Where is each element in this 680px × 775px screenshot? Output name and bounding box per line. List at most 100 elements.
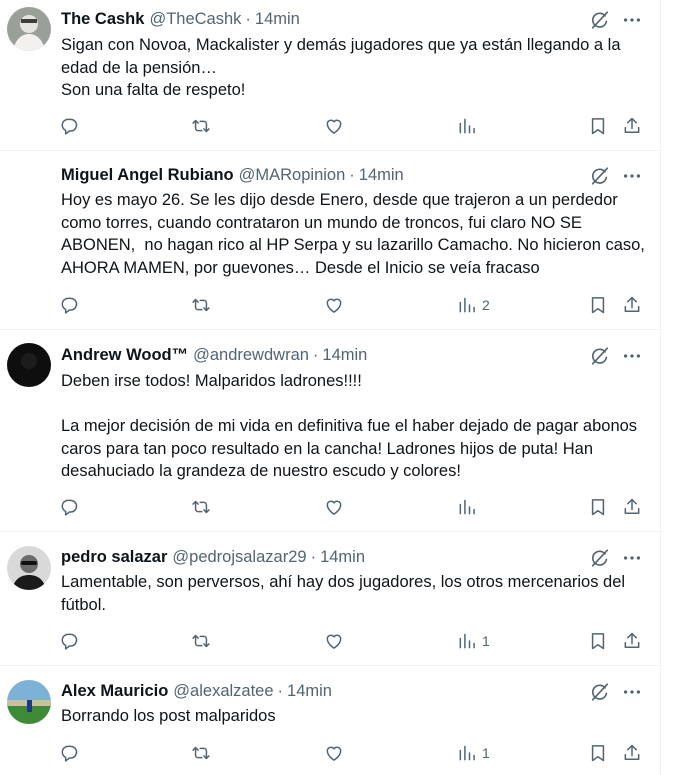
author-name[interactable]: pedro salazar — [61, 548, 167, 567]
share-icon — [622, 497, 642, 517]
timestamp[interactable]: 14min — [359, 166, 404, 185]
share-icon — [622, 631, 642, 651]
reply-button[interactable] — [59, 741, 79, 765]
avatar[interactable] — [7, 546, 51, 590]
author-handle[interactable]: @alexalzatee — [173, 682, 273, 701]
author-handle[interactable]: @TheCashk — [149, 10, 241, 29]
timestamp[interactable]: 14min — [255, 10, 300, 29]
avatar[interactable] — [7, 343, 51, 387]
bookmark-button[interactable] — [588, 114, 608, 138]
retweet-icon — [191, 295, 211, 315]
retweet-icon — [191, 743, 211, 763]
more-icon[interactable] — [621, 345, 643, 367]
share-button[interactable] — [622, 495, 642, 519]
grok-icon[interactable] — [589, 9, 611, 31]
separator: · — [310, 547, 317, 566]
more-icon[interactable] — [621, 165, 643, 187]
more-icon[interactable] — [621, 681, 643, 703]
tweet[interactable]: The Cashk @TheCashk · 14min Sigan con No… — [0, 0, 661, 151]
views-button[interactable] — [457, 495, 482, 519]
views-icon — [457, 116, 477, 136]
reply-button[interactable] — [59, 114, 79, 138]
retweet-button[interactable] — [191, 629, 211, 653]
retweet-button[interactable] — [191, 495, 211, 519]
reply-icon — [59, 743, 79, 763]
reply-icon — [59, 295, 79, 315]
share-icon — [622, 743, 642, 763]
reply-button[interactable] — [59, 495, 79, 519]
retweet-button[interactable] — [191, 114, 211, 138]
timestamp[interactable]: 14min — [322, 346, 367, 365]
tweet[interactable]: Miguel Angel Rubiano @MARopinion · 14min… — [0, 151, 661, 330]
timestamp[interactable]: 14min — [320, 548, 365, 567]
tweet-header: pedro salazar @pedrojsalazar29 · 14min — [61, 546, 365, 568]
grok-icon[interactable] — [589, 165, 611, 187]
retweet-icon — [191, 116, 211, 136]
tweet-text-line: Sigan con Novoa, Mackalister y demás jug… — [61, 36, 626, 77]
author-name[interactable]: The Cashk — [61, 10, 144, 29]
views-icon — [457, 631, 477, 651]
like-button[interactable] — [324, 114, 344, 138]
bookmark-button[interactable] — [588, 741, 608, 765]
author-name[interactable]: Andrew Wood™ — [61, 346, 188, 365]
like-button[interactable] — [324, 741, 344, 765]
views-button[interactable]: 1 — [457, 741, 490, 765]
share-icon — [622, 116, 642, 136]
reply-button[interactable] — [59, 293, 79, 317]
reply-icon — [59, 116, 79, 136]
retweet-button[interactable] — [191, 293, 211, 317]
action-bar: 1 — [58, 741, 648, 765]
retweet-icon — [191, 631, 211, 651]
tweet-text: Lamentable, son perversos, ahí hay dos j… — [61, 571, 651, 616]
bookmark-button[interactable] — [588, 629, 608, 653]
tweet-text-line: Borrando los post malparidos — [61, 707, 276, 725]
tweet-text-line: La mejor decisión de mi vida en definiti… — [61, 417, 642, 480]
views-button[interactable] — [457, 114, 482, 138]
bookmark-icon — [588, 497, 608, 517]
author-name[interactable]: Miguel Angel Rubiano — [61, 166, 234, 185]
more-icon[interactable] — [621, 9, 643, 31]
views-count: 1 — [482, 745, 490, 761]
grok-icon[interactable] — [589, 681, 611, 703]
bookmark-button[interactable] — [588, 293, 608, 317]
views-icon — [457, 743, 477, 763]
tweet-header: Andrew Wood™ @andrewdwran · 14min — [61, 344, 367, 366]
tweet[interactable]: pedro salazar @pedrojsalazar29 · 14min L… — [0, 532, 661, 666]
like-button[interactable] — [324, 629, 344, 653]
author-handle[interactable]: @MARopinion — [239, 166, 346, 185]
more-icon[interactable] — [621, 547, 643, 569]
avatar[interactable] — [7, 680, 51, 724]
reply-button[interactable] — [59, 629, 79, 653]
share-button[interactable] — [622, 629, 642, 653]
bookmark-button[interactable] — [588, 495, 608, 519]
separator: · — [277, 681, 284, 700]
action-bar: 2 — [58, 293, 648, 317]
retweet-button[interactable] — [191, 741, 211, 765]
tweet-text: Sigan con Novoa, Mackalister y demás jug… — [61, 34, 651, 102]
share-button[interactable] — [622, 741, 642, 765]
avatar[interactable] — [7, 7, 51, 51]
share-icon — [622, 295, 642, 315]
views-button[interactable]: 2 — [457, 293, 490, 317]
tweet[interactable]: Andrew Wood™ @andrewdwran · 14min Deben … — [0, 330, 661, 532]
like-button[interactable] — [324, 293, 344, 317]
views-count: 1 — [482, 633, 490, 649]
grok-icon[interactable] — [589, 345, 611, 367]
tweet[interactable]: Alex Mauricio @alexalzatee · 14min Borra… — [0, 666, 661, 775]
author-name[interactable]: Alex Mauricio — [61, 682, 168, 701]
author-handle[interactable]: @pedrojsalazar29 — [172, 548, 306, 567]
grok-icon[interactable] — [589, 547, 611, 569]
reply-icon — [59, 497, 79, 517]
like-icon — [324, 497, 344, 517]
views-icon — [457, 295, 477, 315]
timestamp[interactable]: 14min — [287, 682, 332, 701]
views-icon — [457, 497, 477, 517]
bookmark-icon — [588, 295, 608, 315]
share-button[interactable] — [622, 114, 642, 138]
author-handle[interactable]: @andrewdwran — [193, 346, 309, 365]
like-button[interactable] — [324, 495, 344, 519]
tweet-text: Deben irse todos! Malparidos ladrones!!!… — [61, 370, 651, 483]
tweet-header: Alex Mauricio @alexalzatee · 14min — [61, 680, 332, 702]
views-button[interactable]: 1 — [457, 629, 490, 653]
share-button[interactable] — [622, 293, 642, 317]
